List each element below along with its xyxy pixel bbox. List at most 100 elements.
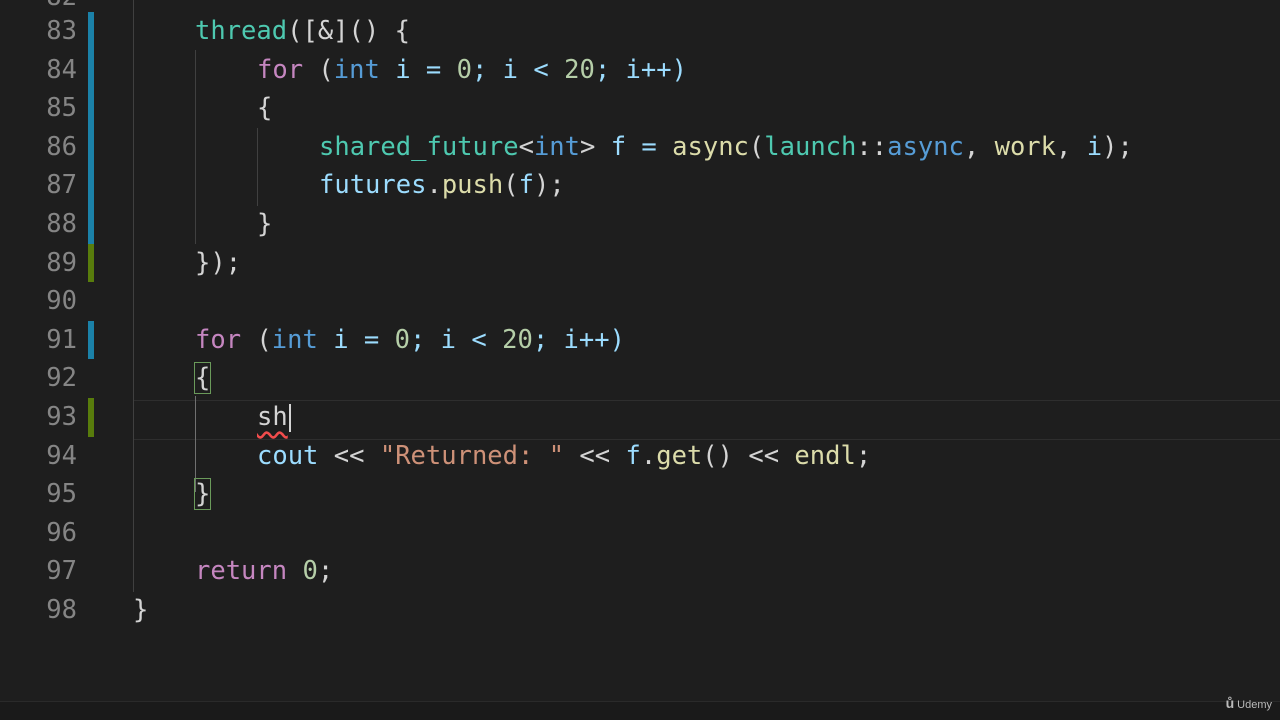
code-token: , <box>963 131 995 162</box>
line-number: 85 <box>46 93 77 124</box>
code-token: ); <box>533 170 565 201</box>
code-line[interactable]: 85 { <box>0 89 1280 128</box>
modified-line-marker <box>88 205 94 244</box>
code-line[interactable]: 88 } <box>0 205 1280 244</box>
code-token: i = <box>379 54 457 85</box>
code-token: { <box>257 93 273 124</box>
code-token: 20 <box>564 54 595 85</box>
line-number: 97 <box>46 556 77 587</box>
code-line[interactable]: 96 <box>0 514 1280 553</box>
code-token: push <box>441 170 504 201</box>
line-number: 95 <box>46 479 77 510</box>
code-token: << <box>564 440 626 471</box>
line-number: 90 <box>46 286 77 317</box>
modified-line-marker <box>88 320 94 360</box>
code-token: ); <box>1102 131 1133 162</box>
line-number: 98 <box>46 595 77 625</box>
code-token: work <box>994 131 1057 162</box>
code-line-current[interactable]: 93 sh <box>0 398 1280 437</box>
udemy-logo-icon: ů <box>1225 695 1235 711</box>
code-line[interactable]: 83 thread([&]() { <box>0 12 1280 51</box>
line-number: 89 <box>46 247 77 278</box>
code-token: shared_future <box>319 131 519 162</box>
code-token: int <box>271 324 318 355</box>
code-token: . <box>426 170 442 201</box>
line-number: 92 <box>46 363 77 394</box>
udemy-watermark: ů Udemy <box>1226 695 1272 711</box>
code-line[interactable]: 90 <box>0 282 1280 321</box>
code-token: < <box>518 131 534 162</box>
code-token: ; i++) <box>594 54 687 85</box>
code-token: f <box>625 440 641 471</box>
modified-line-marker <box>88 166 94 205</box>
code-line[interactable]: 94 cout << "Returned: " << f.get() << en… <box>0 437 1280 476</box>
code-line[interactable]: 87 futures.push(f); <box>0 166 1280 205</box>
matched-bracket-close: } <box>193 478 212 511</box>
code-token: ; <box>855 440 872 471</box>
modified-line-marker <box>88 50 94 90</box>
code-token: } <box>133 595 149 625</box>
code-token: 0 <box>394 324 410 355</box>
code-token: ( <box>241 324 272 355</box>
line-number: 86 <box>46 131 77 162</box>
line-number: 83 <box>46 16 77 46</box>
code-line[interactable]: 84 for (int i = 0; i < 20; i++) <box>0 50 1280 90</box>
code-token: 20 <box>502 324 533 355</box>
code-token: ( <box>303 54 334 85</box>
line-number: 91 <box>46 324 77 355</box>
matched-bracket-open: { <box>193 362 212 395</box>
modified-line-marker <box>88 12 94 51</box>
code-token: thread <box>195 16 288 46</box>
line-number: 88 <box>46 209 77 239</box>
added-line-marker <box>88 398 94 437</box>
code-token: for <box>257 54 304 85</box>
code-editor[interactable]: 82 83 thread([&]() { 84 for (int i = 0; … <box>0 0 1280 720</box>
code-line[interactable]: 97 return 0; <box>0 552 1280 591</box>
code-token: return <box>195 556 288 587</box>
code-token: futures <box>319 170 427 201</box>
added-line-marker <box>88 243 94 283</box>
line-number: 93 <box>46 402 77 432</box>
code-token: ([&]() { <box>287 16 410 46</box>
code-token: int <box>333 54 380 85</box>
code-line[interactable]: 98 } <box>0 591 1280 630</box>
code-token: ; <box>317 556 334 587</box>
code-token: << <box>318 440 380 471</box>
code-token: async <box>887 131 964 162</box>
code-token: int <box>533 131 581 162</box>
code-token: async <box>672 131 749 162</box>
code-line[interactable]: 86 shared_future<int> f = async(launch::… <box>0 127 1280 167</box>
code-token: ( <box>748 131 765 162</box>
code-line[interactable]: 89 }); <box>0 243 1280 283</box>
code-line[interactable]: 95 } <box>0 475 1280 514</box>
code-token: > <box>580 131 596 162</box>
code-token: }); <box>195 247 242 278</box>
code-token: ( <box>503 170 519 201</box>
line-number: 84 <box>46 54 77 85</box>
code-line[interactable]: 91 for (int i = 0; i < 20; i++) <box>0 320 1280 360</box>
code-token: "Returned: " <box>379 440 565 471</box>
code-token: f <box>518 170 534 201</box>
code-token: :: <box>856 131 888 162</box>
text-cursor <box>288 404 291 432</box>
code-token: 0 <box>456 54 472 85</box>
code-token: endl <box>794 440 856 471</box>
line-number-partial: 82 <box>0 0 77 12</box>
code-token: f = <box>595 131 673 162</box>
code-token: i = <box>317 324 395 355</box>
line-number: 94 <box>46 440 77 471</box>
modified-line-marker <box>88 89 94 128</box>
bottom-bar <box>0 701 1280 720</box>
code-token: ; i++) <box>532 324 625 355</box>
line-number: 87 <box>46 170 77 201</box>
watermark-text: Udemy <box>1237 699 1272 711</box>
line-number: 96 <box>46 517 77 548</box>
code-token: } <box>257 209 273 239</box>
code-line[interactable]: 92 { <box>0 359 1280 398</box>
code-token: cout <box>257 440 319 471</box>
code-token: for <box>195 324 242 355</box>
code-token: . <box>640 440 657 471</box>
code-token: , <box>1056 131 1087 162</box>
code-token: launch <box>764 131 857 162</box>
